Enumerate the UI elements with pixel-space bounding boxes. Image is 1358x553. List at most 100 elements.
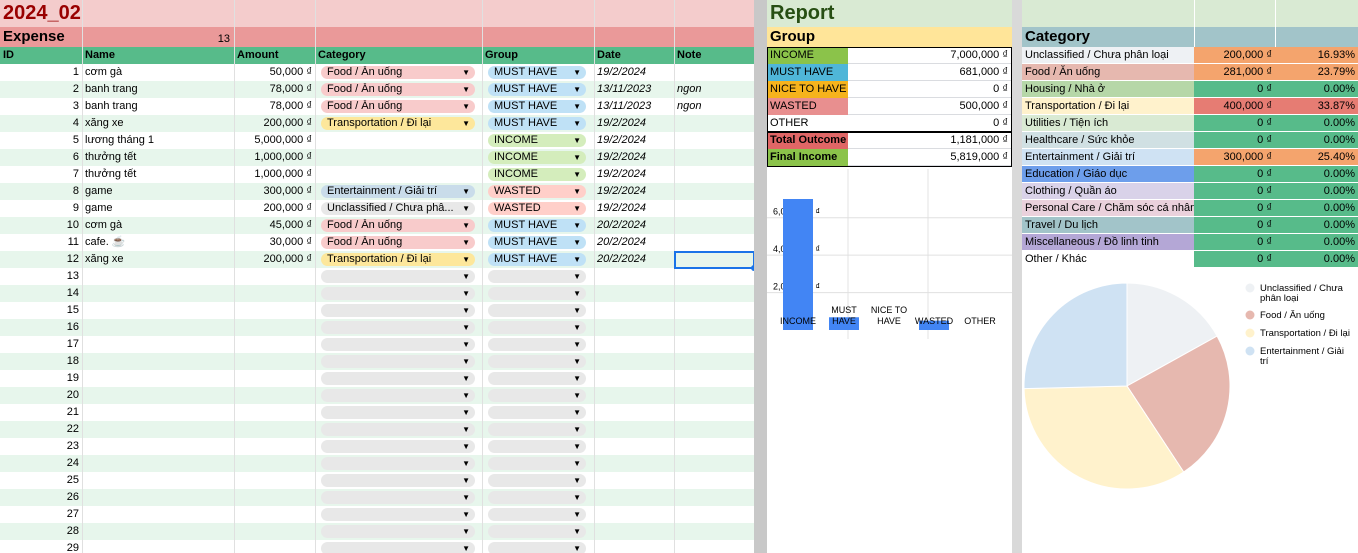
row-note[interactable] bbox=[674, 183, 754, 200]
column-header[interactable]: Date bbox=[594, 47, 674, 64]
pie-slice[interactable] bbox=[1023, 282, 1128, 390]
category-amount[interactable]: 281,000 ₫ bbox=[1194, 64, 1275, 81]
row-name[interactable]: banh trang bbox=[82, 81, 234, 98]
category-dropdown[interactable]: ▼ bbox=[321, 389, 475, 402]
group-dropdown[interactable]: WASTED ▼ bbox=[488, 202, 586, 215]
category-dropdown[interactable]: Food / Ăn uống ▼ bbox=[321, 100, 475, 113]
row-amount[interactable]: 1,000,000 ₫ bbox=[234, 149, 315, 166]
group-dropdown[interactable]: INCOME ▼ bbox=[488, 134, 586, 147]
row-id[interactable]: 29 bbox=[0, 540, 82, 553]
category-dropdown[interactable]: ▼ bbox=[321, 440, 475, 453]
category-percent[interactable]: 0.00% bbox=[1275, 200, 1358, 217]
group-dropdown[interactable]: ▼ bbox=[488, 457, 586, 470]
category-amount[interactable]: 0 ₫ bbox=[1194, 251, 1275, 268]
row-id[interactable]: 20 bbox=[0, 387, 82, 404]
row-id[interactable]: 28 bbox=[0, 523, 82, 540]
category-dropdown[interactable]: Food / Ăn uống ▼ bbox=[321, 219, 475, 232]
category-amount[interactable]: 0 ₫ bbox=[1194, 166, 1275, 183]
row-note[interactable] bbox=[674, 132, 754, 149]
row-date[interactable]: 13/11/2023 bbox=[594, 98, 674, 115]
row-name[interactable]: game bbox=[82, 200, 234, 217]
group-dropdown[interactable]: ▼ bbox=[488, 406, 586, 419]
category-label[interactable]: Housing / Nhà ở bbox=[1022, 81, 1194, 98]
row-name[interactable]: xăng xe bbox=[82, 251, 234, 268]
group-dropdown[interactable]: INCOME ▼ bbox=[488, 168, 586, 181]
row-date[interactable]: 19/2/2024 bbox=[594, 149, 674, 166]
row-id[interactable]: 13 bbox=[0, 268, 82, 285]
group-dropdown[interactable]: ▼ bbox=[488, 542, 586, 553]
row-id[interactable]: 12 bbox=[0, 251, 82, 268]
group-dropdown[interactable]: MUST HAVE ▼ bbox=[488, 66, 586, 79]
row-name[interactable]: cafe. ☕ bbox=[82, 234, 234, 251]
category-dropdown[interactable]: ▼ bbox=[321, 321, 475, 334]
category-percent[interactable]: 0.00% bbox=[1275, 217, 1358, 234]
row-name[interactable]: thưởng tết bbox=[82, 166, 234, 183]
category-percent[interactable]: 0.00% bbox=[1275, 166, 1358, 183]
category-dropdown[interactable]: ▼ bbox=[321, 406, 475, 419]
row-id[interactable]: 11 bbox=[0, 234, 82, 251]
category-label[interactable]: Miscellaneous / Đồ linh tinh bbox=[1022, 234, 1194, 251]
category-dropdown[interactable]: Entertainment / Giải trí ▼ bbox=[321, 185, 475, 198]
row-id[interactable]: 17 bbox=[0, 336, 82, 353]
row-id[interactable]: 27 bbox=[0, 506, 82, 523]
group-dropdown[interactable]: INCOME ▼ bbox=[488, 151, 586, 164]
group-dropdown[interactable]: ▼ bbox=[488, 440, 586, 453]
group-dropdown[interactable]: MUST HAVE ▼ bbox=[488, 219, 586, 232]
category-amount[interactable]: 0 ₫ bbox=[1194, 234, 1275, 251]
group-dropdown[interactable]: WASTED ▼ bbox=[488, 185, 586, 198]
group-dropdown[interactable]: ▼ bbox=[488, 389, 586, 402]
row-id[interactable]: 10 bbox=[0, 217, 82, 234]
category-dropdown[interactable]: Food / Ăn uống ▼ bbox=[321, 66, 475, 79]
row-note[interactable] bbox=[674, 200, 754, 217]
row-note[interactable] bbox=[674, 234, 754, 251]
row-note[interactable] bbox=[674, 217, 754, 234]
group-dropdown[interactable]: ▼ bbox=[488, 474, 586, 487]
group-dropdown[interactable]: MUST HAVE ▼ bbox=[488, 83, 586, 96]
category-dropdown[interactable]: ▼ bbox=[321, 270, 475, 283]
row-name[interactable]: cơm gà bbox=[82, 64, 234, 81]
row-id[interactable]: 3 bbox=[0, 98, 82, 115]
bar[interactable] bbox=[783, 199, 813, 330]
row-id[interactable]: 2 bbox=[0, 81, 82, 98]
category-dropdown[interactable]: ▼ bbox=[321, 491, 475, 504]
row-date[interactable]: 19/2/2024 bbox=[594, 64, 674, 81]
column-header[interactable]: Group bbox=[482, 47, 594, 64]
category-label[interactable]: Transportation / Đi lại bbox=[1022, 98, 1194, 115]
frozen-divider[interactable] bbox=[754, 0, 767, 553]
row-amount[interactable]: 200,000 ₫ bbox=[234, 115, 315, 132]
category-label[interactable]: Utilities / Tiện ích bbox=[1022, 115, 1194, 132]
column-header[interactable]: Amount bbox=[234, 47, 315, 64]
row-id[interactable]: 9 bbox=[0, 200, 82, 217]
row-name[interactable]: banh trang bbox=[82, 98, 234, 115]
group-dropdown[interactable]: ▼ bbox=[488, 423, 586, 436]
row-note[interactable] bbox=[674, 115, 754, 132]
category-dropdown[interactable]: ▼ bbox=[321, 542, 475, 553]
row-date[interactable]: 19/2/2024 bbox=[594, 200, 674, 217]
category-percent[interactable]: 25.40% bbox=[1275, 149, 1358, 166]
category-dropdown[interactable]: Unclassified / Chưa phâ... ▼ bbox=[321, 202, 475, 215]
column-header[interactable]: Category bbox=[315, 47, 482, 64]
row-id[interactable]: 18 bbox=[0, 353, 82, 370]
category-dropdown[interactable]: ▼ bbox=[321, 304, 475, 317]
row-note[interactable] bbox=[674, 149, 754, 166]
row-date[interactable]: 19/2/2024 bbox=[594, 132, 674, 149]
category-percent[interactable]: 23.79% bbox=[1275, 64, 1358, 81]
row-amount[interactable]: 50,000 ₫ bbox=[234, 64, 315, 81]
category-dropdown[interactable]: Food / Ăn uống ▼ bbox=[321, 236, 475, 249]
row-amount[interactable]: 30,000 ₫ bbox=[234, 234, 315, 251]
row-id[interactable]: 19 bbox=[0, 370, 82, 387]
group-dropdown[interactable]: MUST HAVE ▼ bbox=[488, 253, 586, 266]
row-date[interactable]: 19/2/2024 bbox=[594, 183, 674, 200]
row-note[interactable]: ngon bbox=[674, 81, 754, 98]
category-dropdown[interactable]: ▼ bbox=[321, 338, 475, 351]
category-percent[interactable]: 16.93% bbox=[1275, 47, 1358, 64]
row-date[interactable]: 20/2/2024 bbox=[594, 251, 674, 268]
row-date[interactable]: 19/2/2024 bbox=[594, 166, 674, 183]
row-note[interactable]: ngon bbox=[674, 98, 754, 115]
row-amount[interactable]: 5,000,000 ₫ bbox=[234, 132, 315, 149]
row-note[interactable] bbox=[674, 64, 754, 81]
row-amount[interactable]: 200,000 ₫ bbox=[234, 251, 315, 268]
category-label[interactable]: Food / Ăn uống bbox=[1022, 64, 1194, 81]
row-amount[interactable]: 78,000 ₫ bbox=[234, 98, 315, 115]
row-id[interactable]: 4 bbox=[0, 115, 82, 132]
